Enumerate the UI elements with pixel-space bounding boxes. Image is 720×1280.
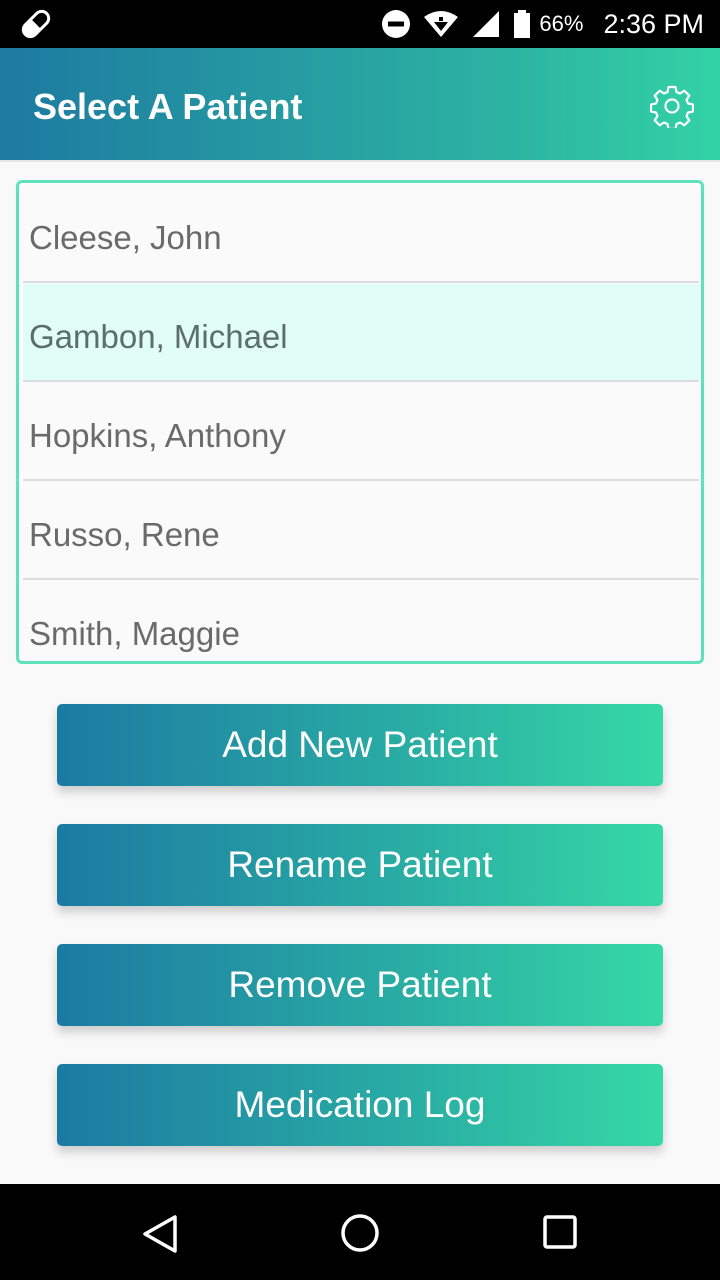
patient-name: Hopkins, Anthony <box>29 417 286 454</box>
patient-list[interactable]: Cleese, John Gambon, Michael Hopkins, An… <box>16 180 704 664</box>
gear-icon[interactable] <box>650 84 694 128</box>
patient-row-selected[interactable]: Gambon, Michael <box>23 284 699 382</box>
patient-name: Smith, Maggie <box>29 615 240 652</box>
cell-signal-icon <box>473 11 500 37</box>
pill-icon <box>21 9 51 39</box>
home-circle-icon[interactable] <box>339 1212 381 1254</box>
rename-patient-button[interactable]: Rename Patient <box>57 824 663 906</box>
battery-icon <box>514 10 531 38</box>
battery-percent: 66% <box>539 11 584 36</box>
clock: 2:36 PM <box>603 8 704 39</box>
medication-log-button[interactable]: Medication Log <box>57 1064 663 1146</box>
remove-patient-button[interactable]: Remove Patient <box>57 944 663 1026</box>
patient-name: Cleese, John <box>29 219 222 256</box>
wifi-icon <box>424 11 459 37</box>
patient-row[interactable]: Cleese, John <box>23 185 699 283</box>
page-title: Select A Patient <box>33 86 303 127</box>
add-new-patient-button[interactable]: Add New Patient <box>57 704 663 786</box>
app-bar: Select A Patient <box>0 48 720 162</box>
patient-name: Russo, Rene <box>29 516 220 553</box>
patient-row[interactable]: Hopkins, Anthony <box>23 383 699 481</box>
recents-square-icon[interactable] <box>542 1214 578 1250</box>
patient-row[interactable]: Smith, Maggie <box>23 581 699 661</box>
status-bar: 66% 2:36 PM <box>0 0 720 48</box>
patient-name: Gambon, Michael <box>29 318 288 355</box>
navigation-bar <box>0 1184 720 1280</box>
back-triangle-icon[interactable] <box>140 1214 180 1254</box>
patient-row[interactable]: Russo, Rene <box>23 482 699 580</box>
do-not-disturb-icon <box>382 10 411 38</box>
